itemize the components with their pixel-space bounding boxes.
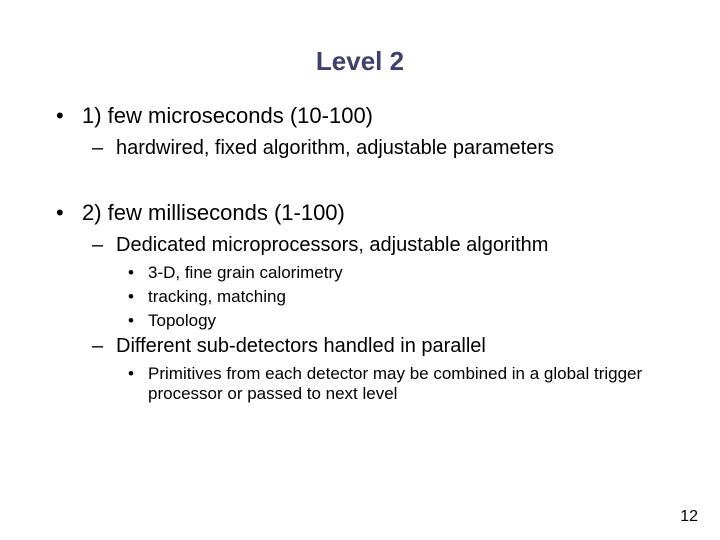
bullet-icon: • <box>128 364 148 404</box>
bullet-icon: • <box>56 200 82 226</box>
list-item-label: 2) few milliseconds (1-100) <box>82 200 664 226</box>
list-item: • tracking, matching <box>128 287 664 307</box>
list-item: • 1) few microseconds (10-100) <box>56 103 664 129</box>
list-item-label: hardwired, fixed algorithm, adjustable p… <box>116 137 664 160</box>
list-item: – Dedicated microprocessors, adjustable … <box>92 234 664 257</box>
list-item: • 2) few milliseconds (1-100) <box>56 200 664 226</box>
dash-icon: – <box>92 234 116 257</box>
dash-icon: – <box>92 137 116 160</box>
list-item-label: 1) few microseconds (10-100) <box>82 103 664 129</box>
page-number: 12 <box>680 508 698 526</box>
list-item: • Topology <box>128 311 664 331</box>
list-item-label: tracking, matching <box>148 287 664 307</box>
bullet-icon: • <box>128 263 148 283</box>
dash-icon: – <box>92 335 116 358</box>
list-item: • 3-D, fine grain calorimetry <box>128 263 664 283</box>
list-item-label: Different sub-detectors handled in paral… <box>116 335 664 358</box>
list-item: – hardwired, fixed algorithm, adjustable… <box>92 137 664 160</box>
list-item: • Primitives from each detector may be c… <box>128 364 664 404</box>
bullet-icon: • <box>128 287 148 307</box>
list-item-label: 3-D, fine grain calorimetry <box>148 263 664 283</box>
slide-title: Level 2 <box>56 46 664 77</box>
bullet-icon: • <box>56 103 82 129</box>
spacer <box>56 166 664 190</box>
bullet-icon: • <box>128 311 148 331</box>
list-item-label: Topology <box>148 311 664 331</box>
list-item-label: Dedicated microprocessors, adjustable al… <box>116 234 664 257</box>
slide: Level 2 • 1) few microseconds (10-100) –… <box>0 0 720 540</box>
list-item-label: Primitives from each detector may be com… <box>148 364 664 404</box>
list-item: – Different sub-detectors handled in par… <box>92 335 664 358</box>
